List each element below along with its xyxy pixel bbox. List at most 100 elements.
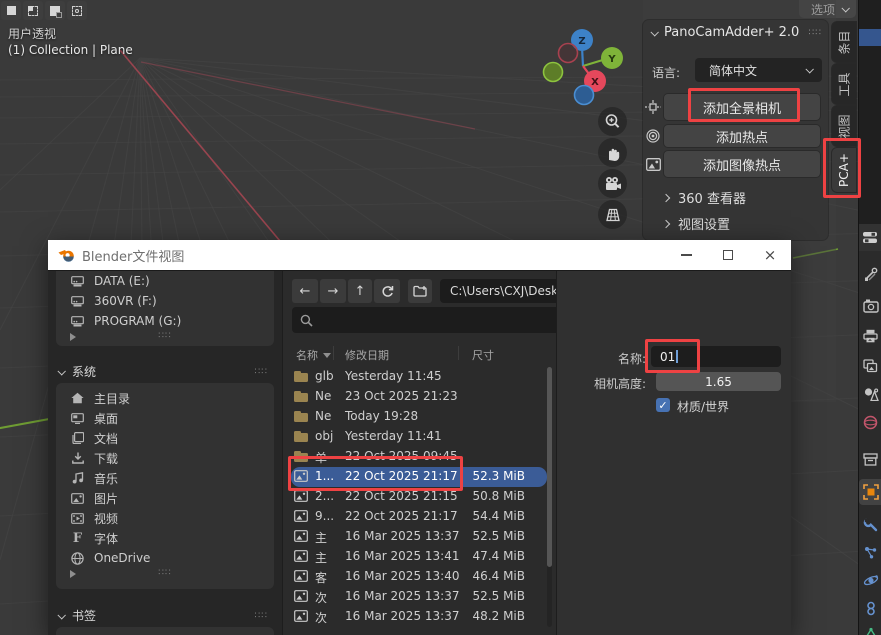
properties-editor-type-button[interactable] — [858, 224, 881, 251]
home-icon — [70, 392, 85, 404]
column-header-size[interactable]: 尺寸 — [472, 347, 494, 363]
tab-tool[interactable] — [859, 261, 881, 287]
drag-handle-icon[interactable]: ∷∷ — [158, 568, 171, 578]
sidebar-tab[interactable]: 条目 — [832, 22, 856, 62]
file-row[interactable]: Ne 23 Oct 2025 21:23 — [291, 387, 547, 407]
sidebar-item-onedrive[interactable]: OneDrive — [56, 548, 274, 568]
camera-height-input[interactable]: 1.65 — [656, 372, 781, 391]
file-row[interactable]: 客 16 Mar 2025 13:40 46.4 MiB — [291, 567, 547, 587]
expand-arrow-icon[interactable] — [70, 570, 76, 578]
select-new-icon — [7, 6, 16, 15]
file-row[interactable]: 2... 22 Oct 2025 21:15 50.8 MiB — [291, 487, 547, 507]
expand-arrow-icon[interactable] — [70, 333, 76, 341]
refresh-button[interactable] — [374, 279, 400, 303]
image-file-icon — [294, 570, 309, 583]
sidebar-item-videos[interactable]: 视频 — [56, 508, 274, 528]
tab-particles[interactable] — [859, 539, 881, 565]
close-button[interactable]: × — [749, 240, 791, 270]
panel-header[interactable]: PanoCamAdder+ 2.0 ∷∷ — [651, 25, 822, 40]
system-section-header[interactable]: 系统 ∷∷ — [58, 363, 272, 380]
file-row[interactable]: 主 16 Mar 2025 13:41 47.4 MiB — [291, 547, 547, 567]
outliner-selected-row[interactable] — [859, 29, 881, 46]
bookmarks-section-header[interactable]: 书签 ∷∷ — [58, 607, 272, 624]
camera-view-button[interactable] — [598, 169, 627, 198]
pan-button[interactable] — [598, 138, 627, 167]
add-pano-camera-button[interactable]: 添加全景相机 — [664, 94, 820, 120]
volume-item[interactable]: DATA (E:) — [56, 271, 274, 291]
forward-button[interactable]: → — [320, 279, 346, 303]
tab-collection[interactable] — [859, 446, 881, 472]
new-folder-icon — [413, 285, 428, 298]
window-titlebar[interactable]: Blender文件视图 × — [48, 240, 791, 270]
back-button[interactable]: ← — [292, 279, 318, 303]
modifier-wrench-icon — [863, 517, 878, 532]
gizmo-minus-x-axis[interactable] — [559, 44, 578, 63]
add-image-hotspot-button[interactable]: 添加图像热点 — [664, 151, 820, 177]
physics-icon — [863, 573, 879, 588]
sidebar-item-documents[interactable]: 文档 — [56, 428, 274, 448]
tab-output[interactable] — [859, 323, 881, 349]
column-header-name[interactable]: 名称 — [296, 347, 331, 363]
drag-handle-icon[interactable]: ∷∷ — [158, 331, 171, 341]
language-dropdown[interactable]: 简体中文 — [695, 58, 822, 82]
section-view-settings[interactable]: 视图设置 — [663, 214, 730, 233]
particles-icon — [863, 545, 878, 560]
sidebar-tab[interactable]: PCA+ — [832, 148, 856, 192]
material-world-checkbox[interactable]: ✓ — [656, 398, 670, 412]
sidebar-item-home[interactable]: 主目录 — [56, 388, 274, 408]
gizmo-minus-z-axis[interactable] — [575, 86, 594, 105]
sidebar-item-music[interactable]: 音乐 — [56, 468, 274, 488]
tab-world[interactable] — [859, 409, 881, 435]
sidebar-item-pictures[interactable]: 图片 — [56, 488, 274, 508]
grid-ortho-button[interactable] — [598, 200, 627, 229]
file-row[interactable]: obj Yesterday 11:41 — [291, 427, 547, 447]
file-row[interactable]: 主 16 Mar 2025 13:37 52.5 MiB — [291, 527, 547, 547]
sidebar-item-desktop[interactable]: 桌面 — [56, 408, 274, 428]
tab-physics[interactable] — [859, 567, 881, 593]
file-row[interactable]: glb Yesterday 11:45 — [291, 367, 547, 387]
section-360-viewer[interactable]: 360 查看器 — [663, 188, 746, 207]
gizmo-minus-y-axis[interactable] — [544, 63, 563, 82]
file-row[interactable]: 9... 22 Oct 2025 21:17 54.4 MiB — [291, 507, 547, 527]
sidebar-tab[interactable]: 视图 — [832, 106, 856, 146]
volume-item[interactable]: 360VR (F:) — [56, 291, 274, 311]
select-new-button[interactable] — [1, 1, 21, 20]
breadcrumb: (1) Collection | Plane — [8, 43, 133, 57]
tab-object-active[interactable] — [859, 479, 881, 505]
file-list: glb Yesterday 11:45 Ne 23 Oct 2025 21:23 — [291, 367, 547, 627]
sidebar-tab[interactable]: 工具 — [832, 64, 856, 104]
search-input[interactable] — [292, 307, 580, 333]
file-row[interactable]: 次 16 Mar 2025 13:37 52.5 MiB — [291, 587, 547, 607]
tab-viewlayer[interactable] — [859, 353, 881, 379]
navigation-gizmo[interactable]: Z Y X — [540, 25, 650, 115]
tab-scene[interactable] — [859, 381, 881, 407]
select-subtract-icon — [50, 6, 60, 16]
new-folder-button[interactable] — [408, 279, 432, 303]
sidebar-item-fonts[interactable]: F 字体 — [56, 528, 274, 548]
camera-name-input[interactable]: 01 — [651, 346, 781, 367]
select-invert-button[interactable] — [67, 1, 87, 20]
minimize-button[interactable] — [665, 240, 707, 270]
tab-mesh-data[interactable] — [859, 621, 881, 635]
select-extend-button[interactable] — [23, 1, 43, 20]
tab-modifiers[interactable] — [859, 511, 881, 537]
file-row[interactable]: 1... 22 Oct 2025 21:17 52.3 MiB — [291, 467, 547, 487]
tab-constraints[interactable] — [859, 595, 881, 621]
drag-handle-icon[interactable]: ∷∷ — [809, 28, 822, 38]
file-browser-sidebar: DATA (E:) 360VR (F:) PROGRAM (G:) ∷∷ 系统 — [48, 271, 283, 635]
maximize-button[interactable] — [707, 240, 749, 270]
zoom-button[interactable] — [598, 107, 627, 136]
sidebar-item-downloads[interactable]: 下载 — [56, 448, 274, 468]
up-button[interactable]: ↑ — [348, 279, 372, 303]
add-hotspot-button[interactable]: 添加热点 — [664, 125, 820, 147]
column-header-date[interactable]: 修改日期 — [345, 347, 389, 363]
select-subtract-button[interactable] — [45, 1, 65, 20]
file-list-scrollbar[interactable] — [547, 367, 552, 627]
image-file-icon — [294, 470, 309, 483]
volume-item[interactable]: PROGRAM (G:) — [56, 311, 274, 331]
file-row[interactable]: Ne Today 19:28 — [291, 407, 547, 427]
file-row[interactable]: 单 22 Oct 2025 09:45 — [291, 447, 547, 467]
tab-render[interactable] — [859, 293, 881, 319]
file-row[interactable]: 次 16 Mar 2025 13:37 48.2 MiB — [291, 607, 547, 627]
camera-view-icon — [604, 176, 622, 192]
